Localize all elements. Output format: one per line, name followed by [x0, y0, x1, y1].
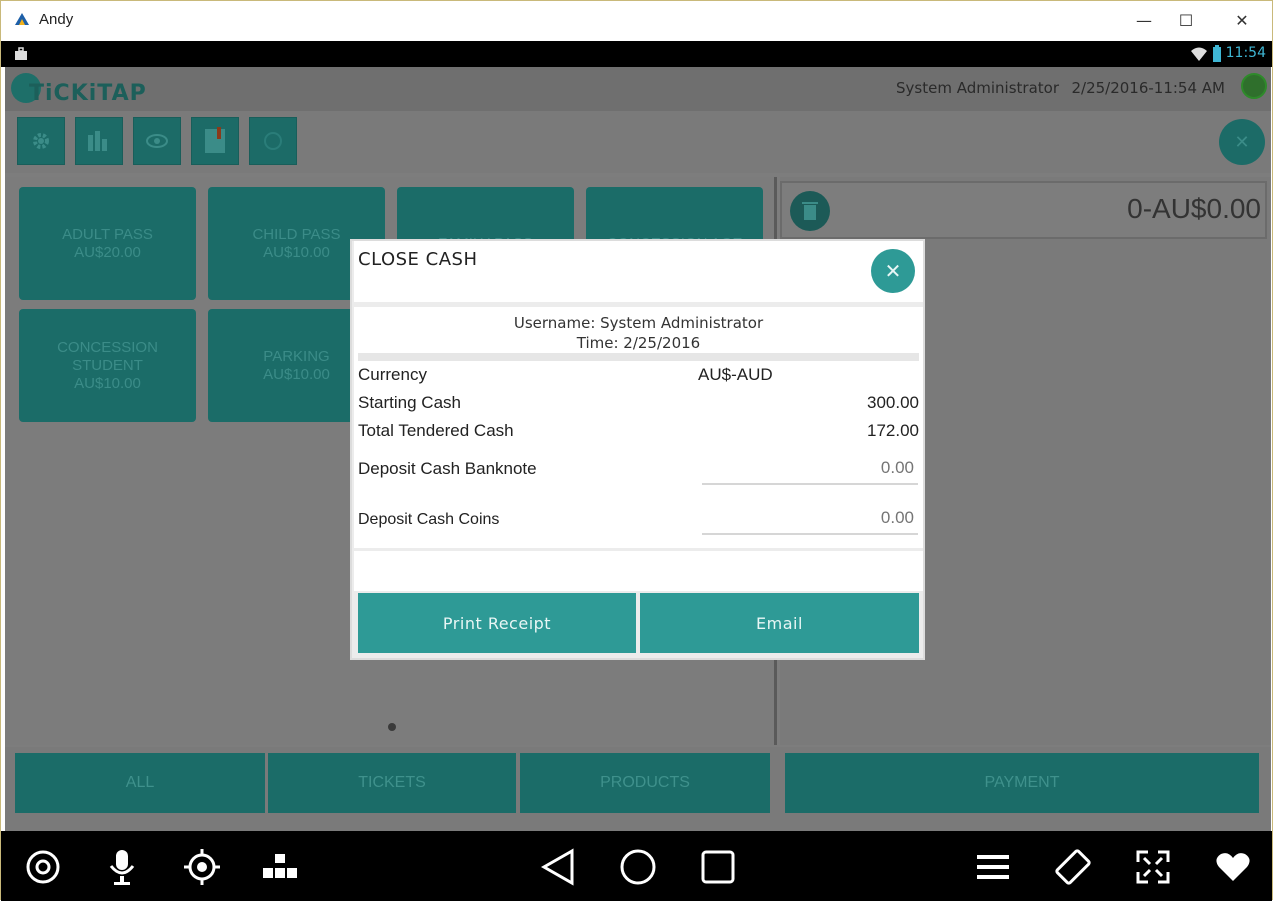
product-concession-student[interactable]: CONCESSION STUDENT AU$10.00 — [19, 309, 196, 422]
dialog-header: CLOSE CASH ✕ — [354, 241, 923, 302]
menu-button[interactable] — [973, 847, 1013, 887]
briefcase-icon — [15, 47, 27, 60]
banknote-input[interactable] — [702, 453, 918, 485]
history-icon — [264, 132, 282, 150]
trash-icon — [802, 202, 818, 220]
toolbar-close-button[interactable]: ✕ — [1219, 119, 1265, 165]
product-price: AU$10.00 — [263, 365, 330, 383]
view-button[interactable] — [133, 117, 181, 165]
session-info: Username: System Administrator Time: 2/2… — [354, 313, 923, 353]
microphone-button[interactable] — [102, 847, 142, 887]
cart-header: 0-AU$0.00 — [780, 181, 1267, 239]
product-price: AU$20.00 — [74, 243, 141, 261]
android-status-bar: 11:54 — [1, 41, 1272, 67]
home-icon — [620, 849, 656, 885]
cart-total: 0-AU$0.00 — [1127, 193, 1261, 224]
product-price: AU$10.00 — [263, 243, 330, 261]
starting-cash-value: 300.00 — [867, 393, 919, 412]
apps-button[interactable] — [261, 847, 301, 887]
print-receipt-button[interactable]: Print Receipt — [358, 593, 636, 653]
emulator-window: Andy — ☐ ✕ 11:54 TiCKiTAP System Adminis… — [0, 0, 1273, 901]
reports-button[interactable] — [75, 117, 123, 165]
header-user: System Administrator — [896, 79, 1059, 97]
chart-icon — [88, 131, 107, 151]
time-line: Time: 2/25/2016 — [576, 334, 701, 352]
header-datetime: 2/25/2016-11:54 AM — [1071, 79, 1225, 97]
eye-icon — [146, 134, 168, 148]
currency-value: AU$-AUD — [698, 365, 773, 384]
microphone-icon — [109, 850, 135, 885]
product-name: CONCESSION — [57, 338, 158, 356]
payment-button[interactable]: PAYMENT — [785, 753, 1259, 813]
filter-all-button[interactable]: ALL — [15, 753, 265, 813]
close-cash-dialog: CLOSE CASH ✕ Username: System Administra… — [350, 239, 925, 660]
filter-products-button[interactable]: PRODUCTS — [520, 753, 770, 813]
gps-icon — [184, 849, 220, 885]
dialog-body: Username: System Administrator Time: 2/2… — [354, 307, 923, 548]
window-titlebar: Andy — ☐ ✕ — [1, 1, 1272, 41]
rotate-button[interactable] — [1053, 847, 1093, 887]
favorite-button[interactable] — [1213, 847, 1253, 887]
connection-status-icon[interactable] — [1241, 73, 1267, 99]
product-name: ADULT PASS — [62, 225, 153, 243]
menu-icon — [977, 855, 1009, 879]
category-bar: ALL TICKETS PRODUCTS PAYMENT — [5, 747, 1271, 831]
minimize-button[interactable]: — — [1124, 7, 1164, 35]
home-button[interactable] — [618, 847, 658, 887]
wifi-icon — [1191, 47, 1207, 61]
starting-cash-label: Starting Cash — [358, 393, 461, 412]
andy-logo-icon — [15, 13, 29, 25]
product-name-line2: STUDENT — [72, 356, 143, 374]
app-header: TiCKiTAP System Administrator 2/25/2016-… — [5, 67, 1271, 111]
banknote-label: Deposit Cash Banknote — [358, 459, 537, 478]
status-time: 11:54 — [1225, 45, 1266, 61]
coins-input[interactable] — [702, 503, 918, 535]
recents-icon — [701, 850, 735, 884]
blocks-icon — [263, 854, 297, 878]
history-button[interactable] — [249, 117, 297, 165]
brand-name: TiCKiTAP — [29, 81, 147, 106]
location-button[interactable] — [182, 847, 222, 887]
battery-icon — [1213, 45, 1221, 62]
heart-icon — [1216, 853, 1250, 881]
settings-button[interactable] — [17, 117, 65, 165]
close-icon: ✕ — [1234, 131, 1250, 153]
filter-tickets-button[interactable]: TICKETS — [268, 753, 516, 813]
toolbar: ✕ — [5, 111, 1271, 173]
clear-cart-button[interactable] — [790, 191, 830, 231]
rotate-icon — [1055, 849, 1091, 885]
tendered-cash-value: 172.00 — [867, 421, 919, 440]
fullscreen-button[interactable] — [1133, 847, 1173, 887]
fullscreen-icon — [1136, 850, 1170, 884]
product-adult-pass[interactable]: ADULT PASS AU$20.00 — [19, 187, 196, 300]
dialog-spacer — [354, 551, 923, 591]
close-window-button[interactable]: ✕ — [1222, 7, 1262, 35]
gear-icon — [33, 133, 49, 149]
page-indicator — [388, 723, 396, 731]
report-icon — [205, 127, 225, 153]
camera-icon — [26, 850, 60, 884]
back-button[interactable] — [538, 847, 578, 887]
close-icon: ✕ — [884, 259, 902, 283]
username-line: Username: System Administrator — [513, 314, 764, 332]
camera-button[interactable] — [23, 847, 63, 887]
tendered-cash-label: Total Tendered Cash — [358, 421, 514, 440]
dialog-title: CLOSE CASH — [358, 249, 478, 270]
coins-label: Deposit Cash Coins — [358, 511, 500, 528]
maximize-button[interactable]: ☐ — [1166, 7, 1206, 35]
product-name: CHILD PASS — [252, 225, 341, 243]
close-cash-button[interactable] — [191, 117, 239, 165]
recents-button[interactable] — [698, 847, 738, 887]
email-button[interactable]: Email — [640, 593, 919, 653]
divider — [358, 353, 919, 361]
android-nav-bar — [1, 831, 1272, 901]
product-name: PARKING — [263, 347, 330, 365]
back-icon — [540, 848, 574, 886]
dialog-close-button[interactable]: ✕ — [871, 249, 915, 293]
window-title: Andy — [39, 11, 74, 28]
product-price: AU$10.00 — [74, 374, 141, 392]
currency-label: Currency — [358, 365, 427, 384]
